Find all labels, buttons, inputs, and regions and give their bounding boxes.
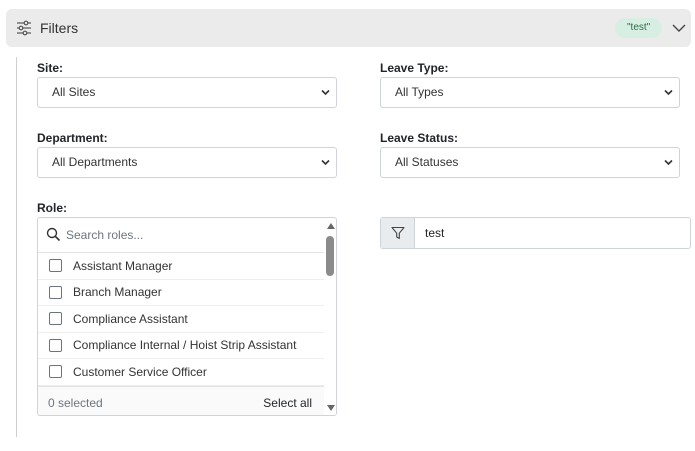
section-divider — [16, 57, 17, 437]
filters-title: Filters — [40, 20, 79, 36]
text-filter-input[interactable] — [425, 222, 680, 244]
role-search-input[interactable] — [66, 224, 316, 246]
funnel-icon — [391, 226, 405, 240]
role-footer: 0 selected Select all — [38, 386, 324, 415]
leave-type-select-value: All Types — [395, 85, 444, 99]
leave-type-label: Leave Type: — [380, 61, 449, 75]
leave-status-select[interactable]: All Statuses — [380, 147, 680, 178]
select-all-link[interactable]: Select all — [263, 396, 312, 410]
role-list: Assistant Manager Branch Manager Complia… — [38, 253, 324, 386]
role-label: Role: — [37, 201, 67, 215]
role-search-bar — [38, 218, 324, 253]
scroll-down-arrow-icon[interactable] — [327, 405, 335, 411]
scroll-thumb[interactable] — [326, 236, 334, 276]
site-select[interactable]: All Sites — [37, 77, 337, 108]
role-option[interactable]: Branch Manager — [38, 280, 324, 306]
department-label: Department: — [37, 131, 108, 145]
chevron-down-icon[interactable] — [671, 21, 687, 35]
department-select-value: All Departments — [52, 155, 138, 169]
leave-status-select-value: All Statuses — [395, 155, 459, 169]
sliders-icon — [17, 20, 31, 36]
leave-status-label: Leave Status: — [380, 131, 459, 145]
role-option[interactable]: Compliance Assistant — [38, 306, 324, 333]
leave-type-select[interactable]: All Types — [380, 77, 680, 108]
role-option-label: Compliance Assistant — [73, 311, 188, 326]
chevron-down-icon — [321, 89, 330, 96]
role-multiselect: Assistant Manager Branch Manager Complia… — [37, 217, 337, 416]
role-list-scrollbar[interactable] — [324, 218, 336, 415]
role-checkbox[interactable] — [49, 259, 62, 273]
role-checkbox[interactable] — [49, 285, 62, 299]
filter-addon — [381, 218, 415, 248]
chevron-down-icon — [664, 89, 673, 96]
role-option-label: Assistant Manager — [73, 258, 173, 273]
text-filter-field — [380, 217, 691, 249]
role-option-label: Customer Service Officer — [73, 364, 207, 379]
scroll-up-arrow-icon[interactable] — [327, 223, 335, 229]
role-option[interactable]: Customer Service Officer — [38, 359, 324, 386]
role-checkbox[interactable] — [49, 338, 62, 352]
role-option[interactable]: Assistant Manager — [38, 253, 324, 280]
site-select-value: All Sites — [52, 85, 96, 99]
active-filter-badge: "test" — [615, 18, 663, 38]
role-option-label: Compliance Internal / Hoist Strip Assist… — [73, 338, 297, 353]
chevron-down-icon — [664, 159, 673, 166]
role-checkbox[interactable] — [49, 365, 62, 379]
selected-count: 0 selected — [48, 396, 103, 410]
role-option[interactable]: Compliance Internal / Hoist Strip Assist… — [38, 333, 324, 359]
department-select[interactable]: All Departments — [37, 147, 337, 178]
search-icon — [46, 227, 61, 242]
chevron-down-icon — [321, 159, 330, 166]
site-label: Site: — [37, 61, 64, 75]
role-option-label: Branch Manager — [73, 285, 162, 300]
role-checkbox[interactable] — [49, 312, 62, 326]
filters-header[interactable]: Filters "test" — [6, 9, 691, 47]
